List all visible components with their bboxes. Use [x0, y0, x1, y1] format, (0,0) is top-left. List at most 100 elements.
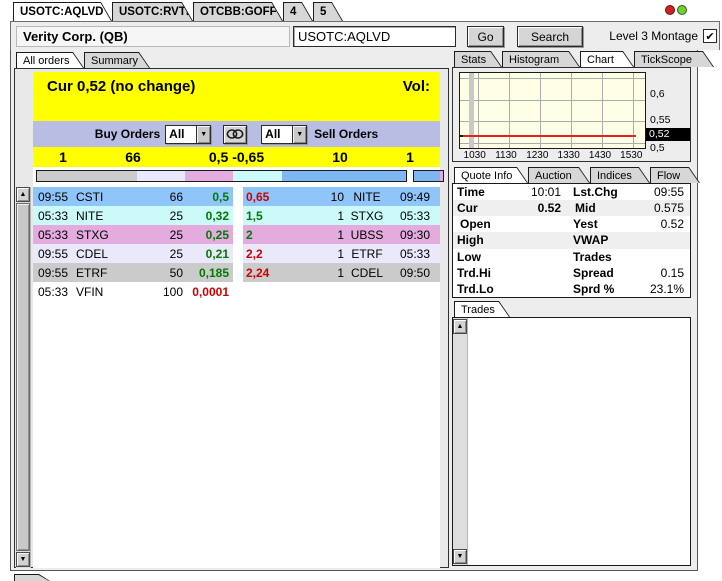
sell-time: 09:50 — [390, 266, 440, 280]
tab-quote-info[interactable]: Quote Info — [454, 167, 528, 183]
scroll-up-icon[interactable]: ▲ — [16, 187, 30, 202]
window-tab-otcbb-goff[interactable]: OTCBB:GOFF — [193, 2, 283, 21]
sell-size: 1 — [294, 228, 344, 242]
buy-time: 05:33 — [33, 228, 73, 242]
sell-mm-count: 1 — [380, 149, 440, 165]
quote-row: Cur 0.52 Mid 0.575 — [453, 200, 690, 216]
buy-price: 0,5 — [183, 190, 233, 204]
tab-summary[interactable]: Summary — [84, 52, 150, 68]
sell-mm: UBSS — [344, 228, 390, 242]
scroll-down-icon[interactable]: ▼ — [453, 549, 467, 564]
x-tick-label: 1230 — [522, 150, 553, 161]
window-tab-usotc-rvti[interactable]: USOTC:RVTI — [112, 2, 193, 21]
order-row[interactable]: 05:33 VFIN 100 0,0001 — [33, 282, 440, 301]
sell-filter-dropdown[interactable]: All ▼ — [261, 125, 307, 144]
quote-row: Trd.Hi Spread 0.15 — [453, 265, 690, 281]
tab-all-orders[interactable]: All orders — [16, 52, 84, 68]
right-panel-tab-bar: Stats Histogram Chart TickScope — [454, 51, 714, 67]
buy-orders-label: Buy Orders — [95, 127, 160, 141]
status-led-green-icon — [677, 5, 687, 15]
chart-plot — [459, 72, 646, 149]
buy-mm: CSTI — [73, 190, 137, 204]
buy-mm-count: 1 — [33, 149, 93, 165]
buy-price: 0,25 — [183, 228, 233, 242]
sell-price: 2 — [243, 228, 294, 242]
scroll-up-icon[interactable]: ▲ — [453, 319, 467, 334]
sell-total-size: 10 — [300, 149, 380, 165]
buy-size: 25 — [137, 228, 183, 242]
level3-montage-checkbox[interactable]: ✔ — [703, 29, 717, 43]
orderbook-scrollbar[interactable]: ▲ ▼ — [16, 187, 31, 568]
order-row[interactable]: 09:55 CDEL 25 0,21 2,2 1 ETRF 05:33 — [33, 244, 440, 263]
sell-size: 1 — [294, 266, 344, 280]
chevron-down-icon[interactable]: ▼ — [292, 126, 306, 143]
depth-segment — [233, 171, 283, 181]
y-tick-label: 0,5 — [650, 142, 665, 154]
depth-segment — [37, 171, 137, 181]
depth-bar-inset — [413, 170, 444, 182]
window-tab-4[interactable]: 4 — [283, 2, 313, 21]
tab-histogram[interactable]: Histogram — [502, 51, 580, 67]
buy-size: 25 — [137, 209, 183, 223]
window-tab-usotc-aqlvd[interactable]: USOTC:AQLVD — [13, 2, 112, 21]
go-button[interactable]: Go — [467, 26, 504, 47]
order-row[interactable]: 05:33 STXG 25 0,25 2 1 UBSS 09:30 — [33, 225, 440, 244]
buy-filter-dropdown[interactable]: All ▼ — [165, 125, 211, 144]
chevron-down-icon[interactable]: ▼ — [196, 126, 210, 143]
sell-size: 1 — [294, 209, 344, 223]
quote-info-table: Time 10:01 Lst.Chg 09:55 Cur 0.52 Mid 0.… — [452, 183, 691, 298]
bottom-partial-tab[interactable] — [14, 574, 50, 581]
sell-size: 10 — [294, 190, 344, 204]
tab-chart[interactable]: Chart — [580, 51, 634, 67]
sell-time: 05:33 — [390, 209, 440, 223]
sell-time: 09:30 — [390, 228, 440, 242]
tab-indices[interactable]: Indices — [590, 167, 650, 183]
chart-panel: 0,6 0,55 0,52 0,5 1030 1130 1230 1330 14… — [452, 67, 691, 162]
depth-segment — [137, 171, 185, 181]
tab-auction[interactable]: Auction — [528, 167, 590, 183]
buy-time: 09:55 — [33, 266, 73, 280]
chart-price-line — [463, 135, 636, 137]
chain-link-icon — [226, 128, 244, 140]
scroll-down-icon[interactable]: ▼ — [16, 552, 30, 567]
order-row[interactable]: 05:33 NITE 25 0,32 1,5 1 STXG 05:33 — [33, 206, 440, 225]
scrollbar-thumb[interactable] — [16, 203, 30, 551]
buy-time: 05:33 — [33, 285, 73, 299]
y-tick-label: 0,55 — [650, 114, 670, 126]
sell-size: 1 — [294, 247, 344, 261]
trades-tab-bar: Trades — [454, 301, 510, 317]
buy-size: 50 — [137, 266, 183, 280]
buy-price: 0,185 — [183, 266, 233, 280]
window-tab-bar: USOTC:AQLVD USOTC:RVTI OTCBB:GOFF 4 5 — [13, 2, 343, 21]
x-tick-label: 1330 — [553, 150, 584, 161]
buy-size: 25 — [137, 247, 183, 261]
trades-scrollbar[interactable]: ▲ ▼ — [453, 318, 468, 565]
buy-mm: NITE — [73, 209, 137, 223]
sell-price: 2,2 — [243, 247, 294, 261]
tab-flow[interactable]: Flow — [650, 167, 700, 183]
buy-mm: VFIN — [73, 285, 137, 299]
y-tick-label-current: 0,52 — [646, 128, 690, 141]
buy-total-size: 66 — [93, 149, 173, 165]
tab-trades[interactable]: Trades — [454, 301, 510, 317]
search-button[interactable]: Search — [517, 26, 583, 47]
trades-list: ▲ ▼ — [452, 317, 691, 566]
tab-tickscope[interactable]: TickScope — [634, 51, 714, 67]
sell-mm: ETRF — [344, 247, 390, 261]
symbol-input[interactable] — [293, 26, 456, 47]
order-row[interactable]: 09:55 CSTI 66 0,5 0,65 10 NITE 09:49 — [33, 187, 440, 206]
link-filters-button[interactable] — [223, 125, 247, 144]
tab-stats[interactable]: Stats — [454, 51, 502, 67]
quote-row: Open Yest 0.52 — [453, 216, 690, 232]
security-title: Verity Corp. (QB) — [16, 26, 290, 47]
sell-orders-label: Sell Orders — [314, 127, 378, 141]
quote-tab-bar: Quote Info Auction Indices Flow — [454, 167, 700, 183]
inside-quote-row: 1 66 0,5 -0,65 10 1 — [33, 147, 440, 167]
quote-row: High VWAP — [453, 232, 690, 248]
y-tick-label: 0,6 — [650, 88, 665, 100]
inside-spread: 0,5 -0,65 — [173, 149, 300, 165]
order-row[interactable]: 09:55 ETRF 50 0,185 2,24 1 CDEL 09:50 — [33, 263, 440, 282]
depth-segment — [282, 171, 406, 181]
window-tab-5[interactable]: 5 — [313, 2, 343, 21]
x-tick-label: 1130 — [490, 150, 521, 161]
